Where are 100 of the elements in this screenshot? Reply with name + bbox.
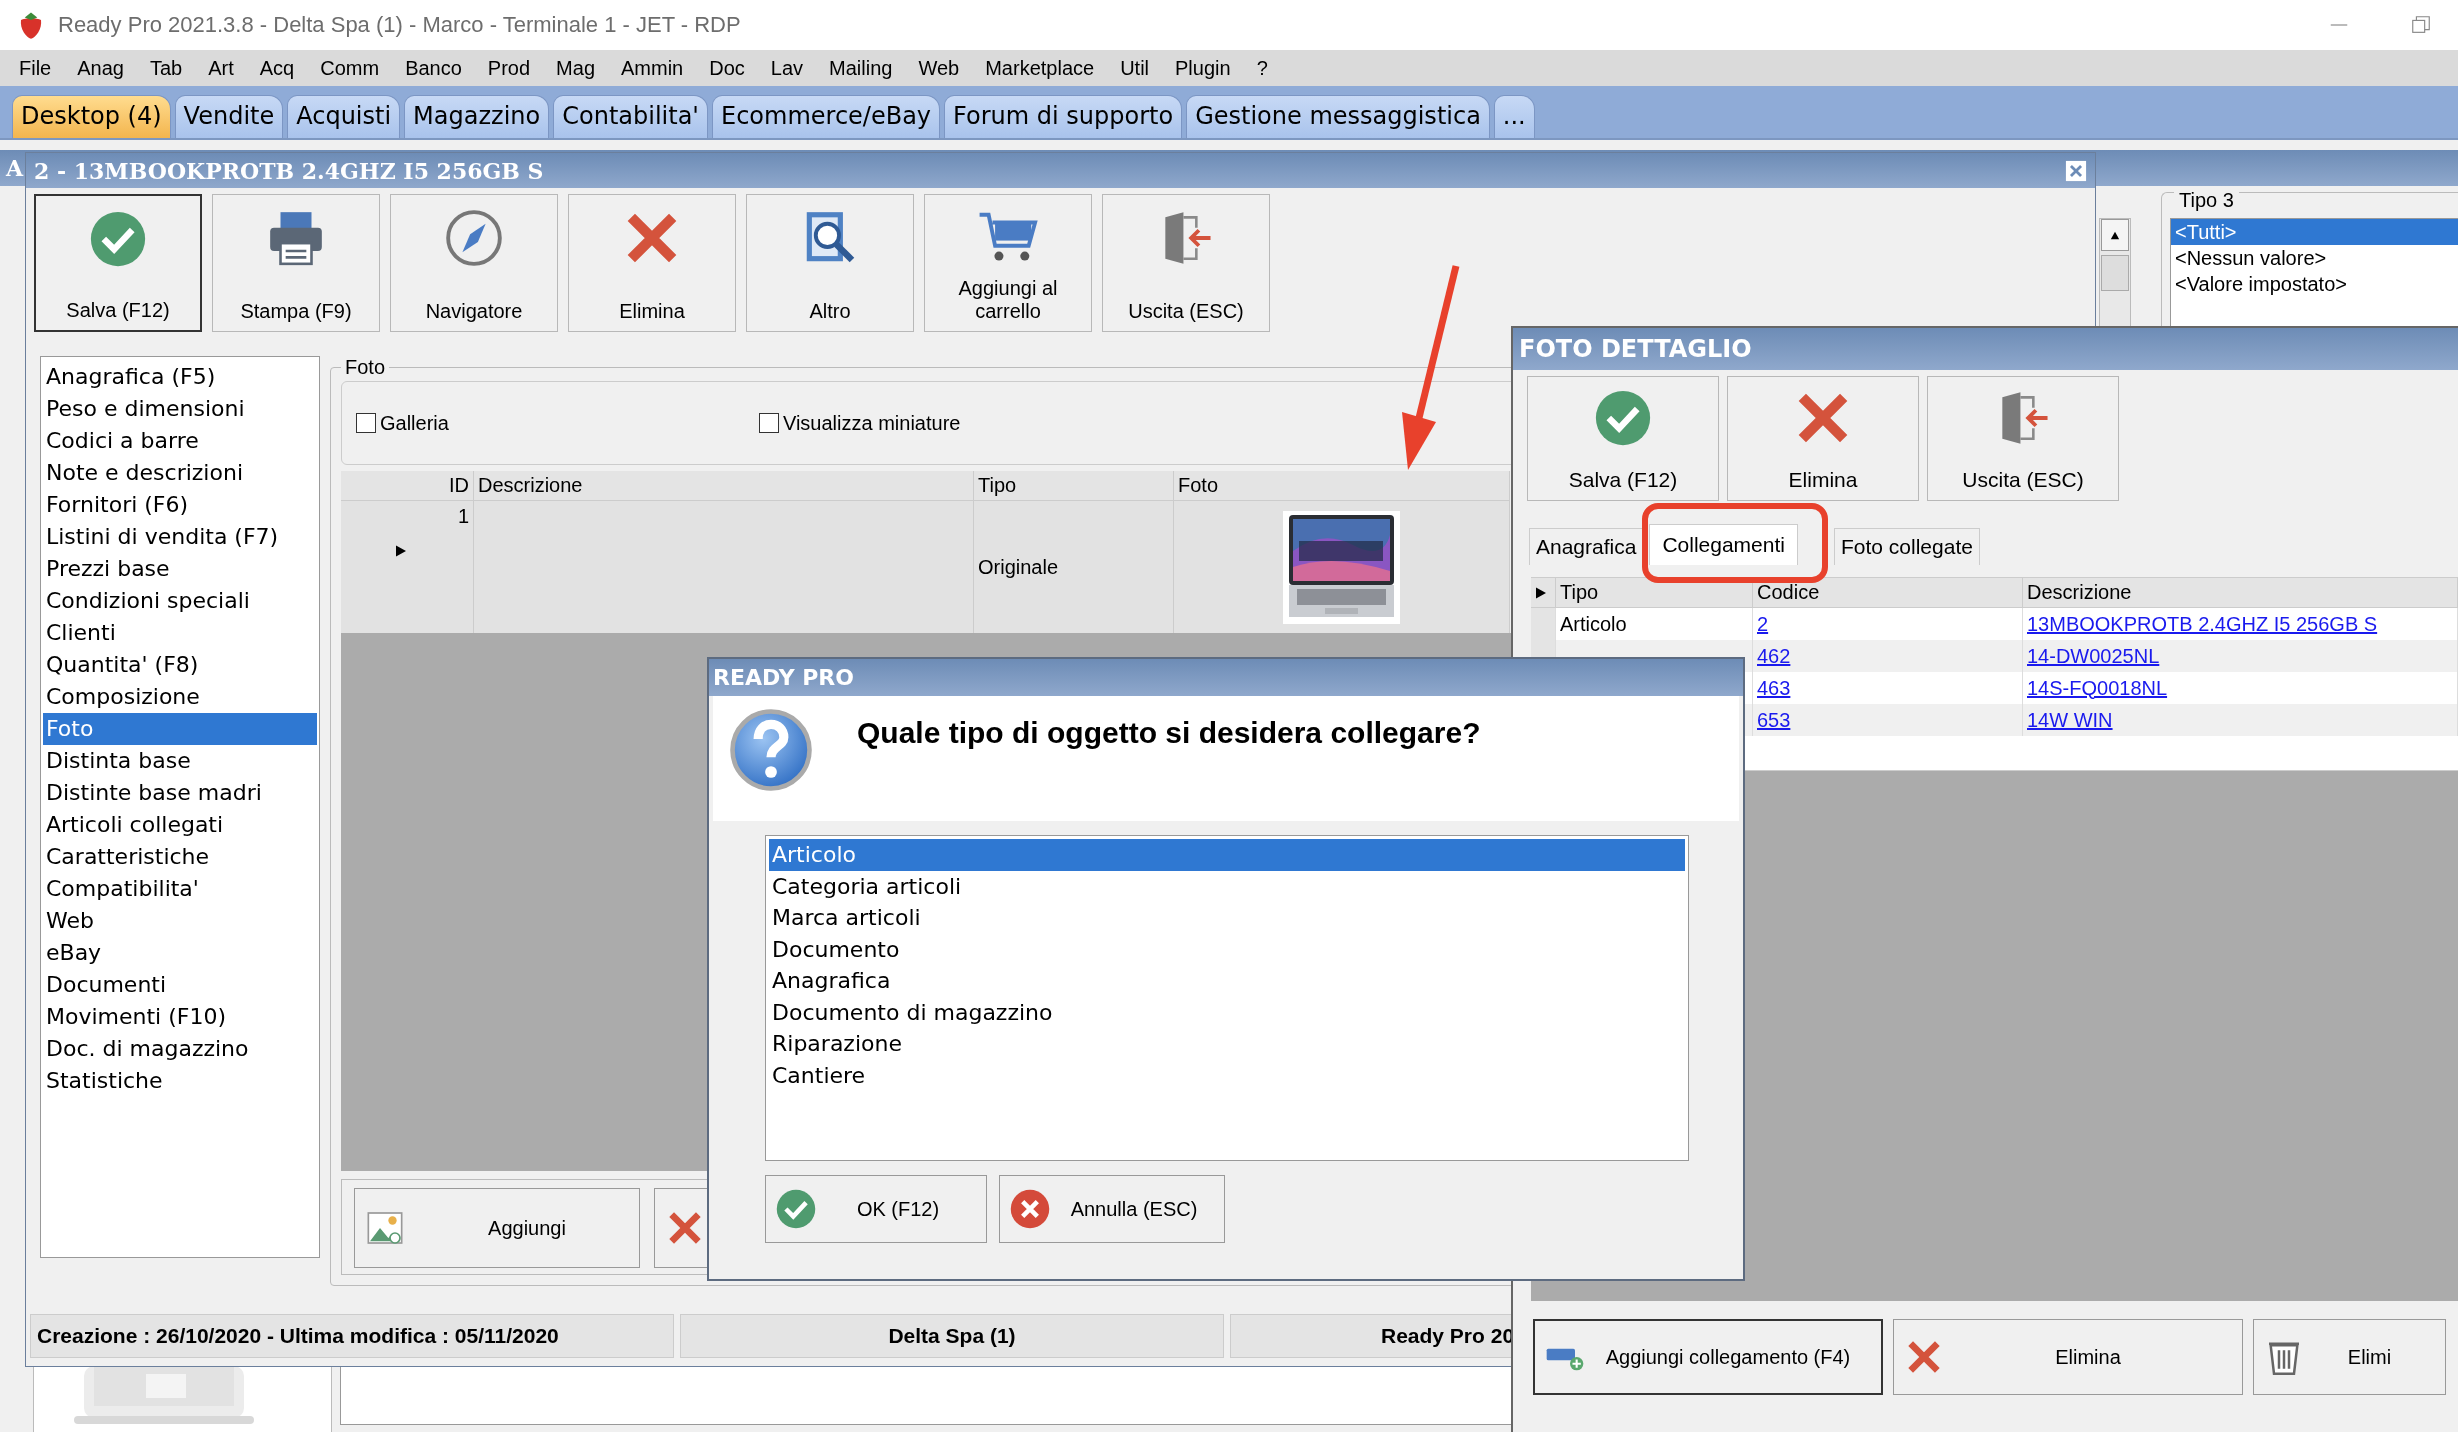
link[interactable]: 14W WIN bbox=[2027, 708, 2113, 732]
menu-item[interactable]: ? bbox=[1243, 56, 1281, 80]
checkbox[interactable] bbox=[758, 413, 779, 433]
menu-item[interactable]: File bbox=[6, 56, 65, 80]
tab[interactable]: Forum di supporto bbox=[944, 95, 1183, 138]
column-header[interactable]: Descrizione bbox=[474, 471, 974, 501]
menu-item[interactable]: Tab bbox=[136, 56, 196, 80]
column-header[interactable]: Foto bbox=[1174, 471, 1510, 501]
tab[interactable]: Anagrafica bbox=[1529, 528, 1644, 565]
tab[interactable]: Collegamenti bbox=[1649, 524, 1798, 565]
menu-item[interactable]: Web bbox=[905, 56, 973, 80]
section-item[interactable]: Distinte base madri bbox=[43, 777, 317, 809]
list-item[interactable]: Categoria articoli bbox=[769, 870, 1685, 902]
tab[interactable]: Acquisti bbox=[287, 95, 401, 138]
toolbar-button[interactable]: Stampa (F9) bbox=[212, 194, 380, 332]
restore-icon[interactable] bbox=[2410, 14, 2432, 36]
list-item[interactable]: Articolo bbox=[769, 839, 1685, 871]
menu-item[interactable]: Banco bbox=[392, 56, 475, 80]
ok-button[interactable]: OK (F12) bbox=[765, 1175, 987, 1243]
tab[interactable]: ... bbox=[1493, 95, 1535, 138]
list-item[interactable]: Marca articoli bbox=[769, 902, 1685, 934]
section-item[interactable]: Quantita' (F8) bbox=[43, 649, 317, 681]
link[interactable]: 13MBOOKPROTB 2.4GHZ I5 256GB S bbox=[2027, 612, 2378, 636]
add-button[interactable]: Aggiungi bbox=[354, 1188, 640, 1268]
toolbar-button[interactable]: Navigatore bbox=[390, 194, 558, 332]
scrollbar[interactable] bbox=[2099, 218, 2131, 328]
section-item[interactable]: Composizione bbox=[43, 681, 317, 713]
cancel-button[interactable]: Annulla (ESC) bbox=[999, 1175, 1225, 1243]
menu-item[interactable]: Mag bbox=[543, 56, 608, 80]
menu-item[interactable]: Marketplace bbox=[972, 56, 1108, 80]
menu-item[interactable]: Util bbox=[1107, 56, 1162, 80]
menu-item[interactable]: Ammin bbox=[608, 56, 697, 80]
menu-item[interactable]: Doc bbox=[696, 56, 758, 80]
close-icon[interactable] bbox=[2065, 159, 2087, 182]
list-item[interactable]: <Valore impostato> bbox=[2171, 271, 2458, 297]
list-item[interactable]: Documento bbox=[769, 933, 1685, 965]
section-item[interactable]: Fornitori (F6) bbox=[43, 489, 317, 521]
section-item[interactable]: Codici a barre bbox=[43, 425, 317, 457]
column-header[interactable]: Descrizione bbox=[2023, 578, 2458, 608]
list-item[interactable]: <Nessun valore> bbox=[2171, 245, 2458, 271]
toolbar-button[interactable]: Elimina bbox=[568, 194, 736, 332]
section-item[interactable]: Prezzi base bbox=[43, 553, 317, 585]
menu-item[interactable]: Plugin bbox=[1162, 56, 1244, 80]
section-item[interactable]: Listini di vendita (F7) bbox=[43, 521, 317, 553]
link[interactable]: 463 bbox=[1757, 676, 1791, 700]
section-item[interactable]: Clienti bbox=[43, 617, 317, 649]
toolbar-button[interactable]: Uscita (ESC) bbox=[1102, 194, 1270, 332]
section-item[interactable]: Anagrafica (F5) bbox=[43, 361, 317, 393]
toolbar-button[interactable]: Altro bbox=[746, 194, 914, 332]
scroll-thumb[interactable] bbox=[2101, 255, 2129, 291]
toolbar-button[interactable]: Salva (F12) bbox=[1527, 376, 1719, 501]
section-item[interactable]: Foto bbox=[43, 713, 317, 745]
list-item[interactable]: Anagrafica bbox=[769, 965, 1685, 997]
section-item[interactable]: Web bbox=[43, 905, 317, 937]
section-item[interactable]: Note e descrizioni bbox=[43, 457, 317, 489]
list-item[interactable]: <Tutti> bbox=[2171, 219, 2458, 245]
action-button[interactable]: Elimi bbox=[2253, 1319, 2446, 1395]
column-header[interactable]: Codice bbox=[1753, 578, 2023, 608]
section-item[interactable]: Distinta base bbox=[43, 745, 317, 777]
list-item[interactable]: Riparazione bbox=[769, 1028, 1685, 1060]
column-header[interactable]: Tipo bbox=[1556, 578, 1753, 608]
section-item[interactable]: Statistiche bbox=[43, 1065, 317, 1097]
section-item[interactable]: Peso e dimensioni bbox=[43, 393, 317, 425]
tab[interactable]: Foto collegate bbox=[1834, 528, 1980, 565]
column-header[interactable]: ID bbox=[341, 471, 474, 501]
toolbar-button[interactable]: Salva (F12) bbox=[34, 194, 202, 332]
section-item[interactable]: Caratteristiche bbox=[43, 841, 317, 873]
list-item[interactable]: Documento di magazzino bbox=[769, 996, 1685, 1028]
menu-item[interactable]: Art bbox=[195, 56, 247, 80]
link[interactable]: 653 bbox=[1757, 708, 1791, 732]
toolbar-button[interactable]: Elimina bbox=[1727, 376, 1919, 501]
menu-item[interactable]: Prod bbox=[474, 56, 544, 80]
section-item[interactable]: Movimenti (F10) bbox=[43, 1001, 317, 1033]
link[interactable]: 14-DW0025NL bbox=[2027, 644, 2160, 668]
menu-item[interactable]: Anag bbox=[64, 56, 137, 80]
link[interactable]: 462 bbox=[1757, 644, 1791, 668]
menu-item[interactable]: Mailing bbox=[816, 56, 906, 80]
action-button[interactable]: Elimina bbox=[1893, 1319, 2243, 1395]
tab[interactable]: Magazzino bbox=[404, 95, 550, 138]
checkbox[interactable] bbox=[356, 413, 376, 433]
scroll-up-button[interactable] bbox=[2101, 219, 2129, 251]
list-item[interactable]: Cantiere bbox=[769, 1059, 1685, 1091]
menu-item[interactable]: Comm bbox=[307, 56, 393, 80]
section-item[interactable]: Doc. di magazzino bbox=[43, 1033, 317, 1065]
tab[interactable]: Vendite bbox=[174, 95, 284, 138]
action-button[interactable]: Aggiungi collegamento (F4) bbox=[1533, 1319, 1883, 1395]
section-item[interactable]: Compatibilita' bbox=[43, 873, 317, 905]
link[interactable]: 2 bbox=[1757, 612, 1769, 636]
section-item[interactable]: Articoli collegati bbox=[43, 809, 317, 841]
section-item[interactable]: Condizioni speciali bbox=[43, 585, 317, 617]
menu-item[interactable]: Acq bbox=[246, 56, 308, 80]
link[interactable]: 14S-FQ0018NL bbox=[2027, 676, 2168, 700]
tab[interactable]: Gestione messaggistica bbox=[1186, 95, 1490, 138]
tab[interactable]: Desktop (4) bbox=[12, 95, 171, 138]
toolbar-button[interactable]: Uscita (ESC) bbox=[1927, 376, 2119, 501]
menu-item[interactable]: Lav bbox=[757, 56, 817, 80]
tab[interactable]: Ecommerce/eBay bbox=[711, 95, 941, 138]
section-item[interactable]: Documenti bbox=[43, 969, 317, 1001]
column-header[interactable]: Tipo bbox=[974, 471, 1174, 501]
section-item[interactable]: eBay bbox=[43, 937, 317, 969]
